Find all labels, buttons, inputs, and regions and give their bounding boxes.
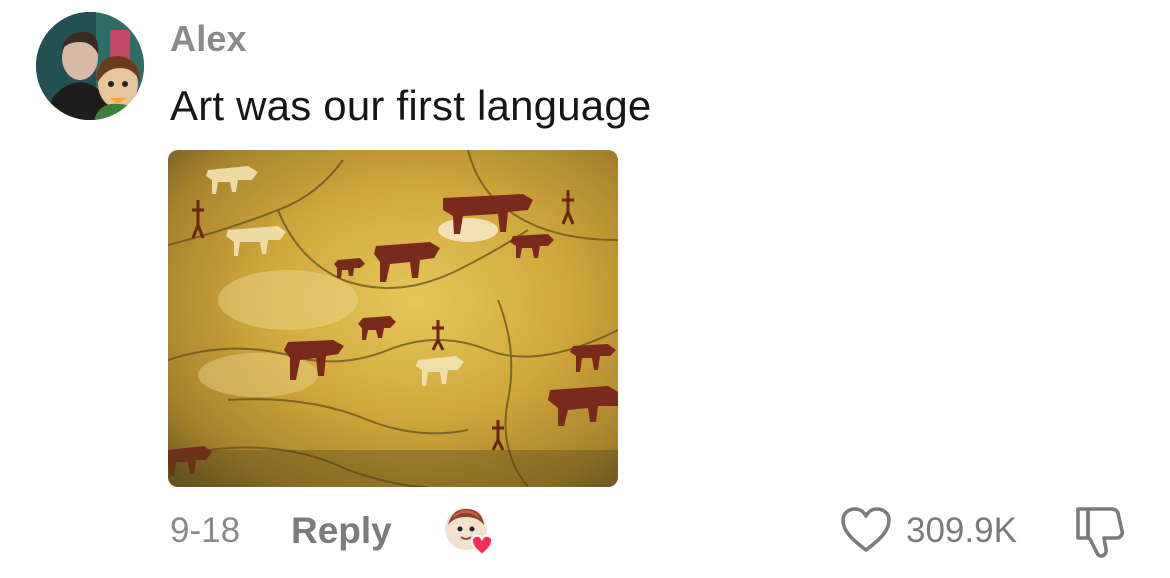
cave-painting-image[interactable]: [168, 150, 618, 487]
username[interactable]: Alex: [170, 18, 247, 60]
like-count: 309.9K: [906, 511, 1017, 550]
comment-date: 9-18: [170, 511, 241, 550]
reply-button[interactable]: Reply: [291, 510, 392, 552]
comment-text: Art was our first language: [170, 82, 652, 129]
heart-icon[interactable]: [840, 506, 892, 554]
thumbs-down-icon[interactable]: [1074, 503, 1126, 559]
creator-liked-badge-icon: [442, 505, 500, 557]
user-avatar[interactable]: [36, 12, 144, 120]
comment-item: Alex Art was our first language 9-18 Rep…: [0, 0, 1170, 578]
